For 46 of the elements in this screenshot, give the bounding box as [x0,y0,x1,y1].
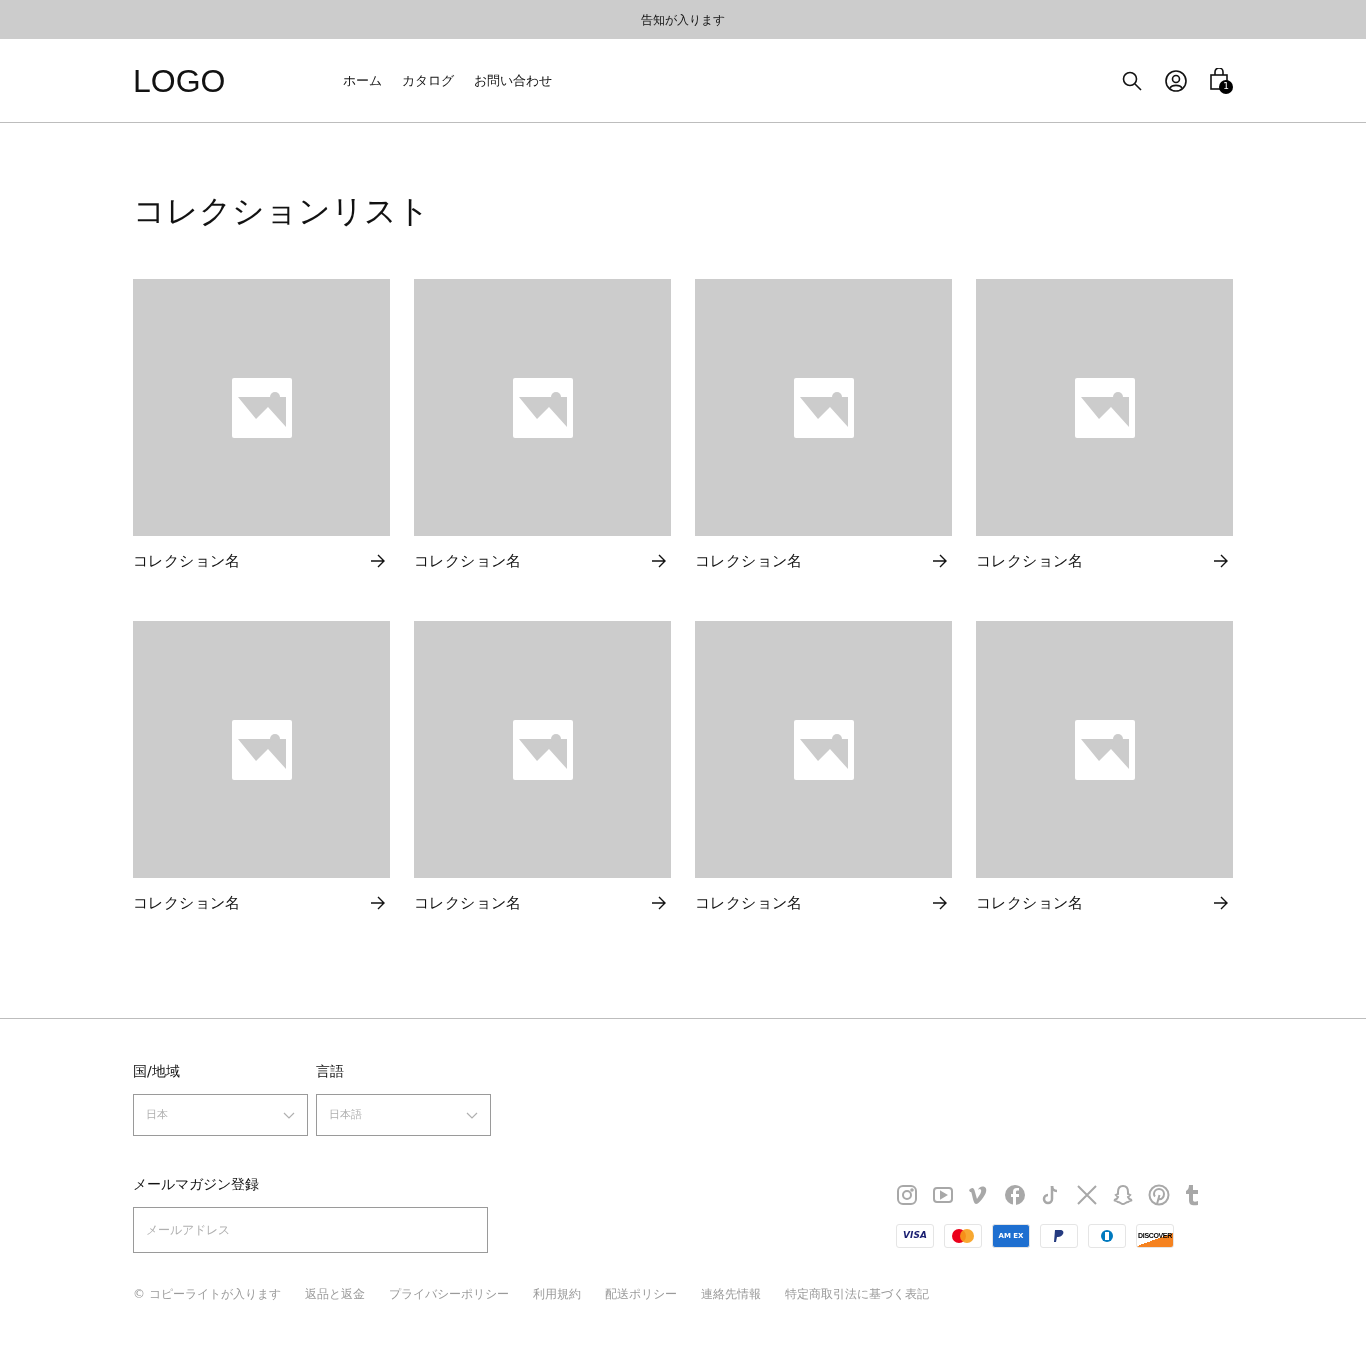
pin-icon[interactable] [1148,1184,1170,1206]
arrow-right-icon [932,895,948,910]
nav-link[interactable]: ホーム [343,70,382,91]
paypal-badge-icon [1040,1224,1078,1248]
chevron-down-icon [283,1111,295,1119]
collection-link[interactable]: コレクション名 [414,550,522,573]
arrow-right-icon [370,554,386,569]
arrow-right-icon [932,554,948,569]
nav-link[interactable]: お問い合わせ [474,70,552,91]
facebook-icon[interactable] [1004,1184,1026,1206]
t-icon[interactable] [1184,1184,1200,1206]
video-play-icon[interactable] [932,1184,954,1206]
search-icon[interactable] [1121,69,1143,92]
collection-link[interactable]: コレクション名 [414,891,522,914]
cart-count-badge: 1 [1219,79,1233,94]
ghost-icon[interactable] [1112,1184,1134,1206]
account-icon[interactable] [1165,69,1187,92]
instagram-icon[interactable] [896,1184,918,1206]
chevron-down-icon [466,1111,478,1119]
collection-link[interactable]: コレクション名 [133,891,241,914]
email-field[interactable]: メールアドレス [133,1207,488,1253]
selector-label: 国/地域 [133,1062,181,1081]
arrow-right-icon [1213,554,1229,569]
collection-link[interactable]: コレクション名 [695,891,803,914]
arrow-right-icon [651,895,667,910]
newsletter-label: メールマガジン登録 [133,1175,260,1194]
collection-link[interactable]: コレクション名 [976,550,1084,573]
copyright-text: © コピーライトが入ります [133,1286,281,1303]
announcement-text: 告知が入ります [641,11,725,29]
diners-badge-icon [1088,1224,1126,1248]
logo[interactable]: LOGO [133,56,343,105]
select-value: 日本語 [329,1106,362,1123]
visa-card-badge: VISA [896,1224,934,1248]
select-value: 日本 [146,1106,168,1123]
collection-link[interactable]: コレクション名 [133,550,241,573]
nav-link[interactable]: カタログ [402,70,454,91]
selector-label: 言語 [316,1062,345,1081]
x-icon[interactable] [1076,1184,1098,1206]
shopping-bag-icon[interactable] [1209,67,1229,90]
collection-link[interactable]: コレクション名 [976,891,1084,914]
arrow-right-icon [370,895,386,910]
arrow-right-icon [651,554,667,569]
arrow-right-icon [1213,895,1229,910]
collection-link[interactable]: コレクション名 [695,550,803,573]
mastercard-badge-icon [944,1224,982,1248]
page-heading: コレクションリスト [133,191,431,231]
